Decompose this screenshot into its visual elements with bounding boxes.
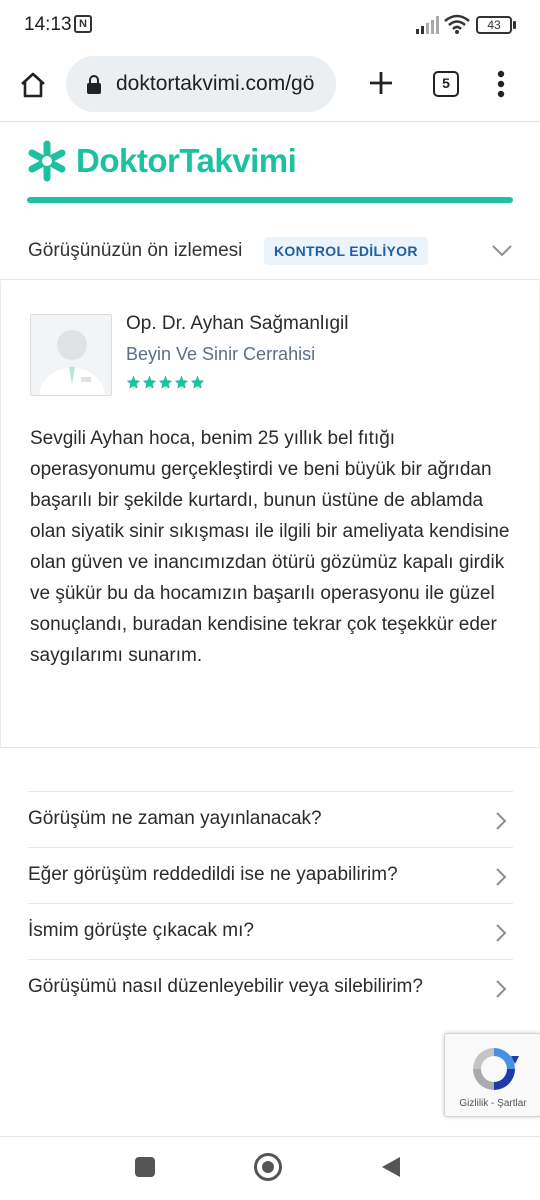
signal-icon [416, 16, 439, 34]
home-nav-dot [262, 1161, 274, 1173]
browser-toolbar: doktortakvimi.com/gö 5 [0, 52, 540, 122]
faq-question: Görüşüm ne zaman yayınlanacak? [28, 808, 322, 829]
status-bar: 14:13 N 43 [0, 0, 540, 52]
battery-icon: 43 [476, 16, 512, 34]
browser-menu-button[interactable] [486, 64, 516, 104]
doctor-placeholder-icon [31, 315, 111, 395]
recaptcha-badge[interactable]: Gizlilik - Şartlar [444, 1033, 540, 1117]
battery-tip [513, 21, 516, 29]
lock-icon [87, 75, 101, 94]
url-text: doktortakvimi.com/gö [116, 72, 315, 95]
star-icon [174, 375, 189, 389]
address-bar[interactable]: doktortakvimi.com/gö [66, 56, 336, 112]
star-icon [158, 375, 173, 389]
faq-list: Görüşüm ne zaman yayınlanacak? Eğer görü… [28, 791, 513, 1015]
preview-title: Görüşünüzün ön izlemesi [28, 240, 243, 261]
star-icon [142, 375, 157, 389]
chevron-right-icon [496, 868, 507, 886]
wifi-icon [444, 14, 470, 34]
faq-item[interactable]: Görüşüm ne zaman yayınlanacak? [28, 791, 513, 847]
chevron-right-icon [496, 980, 507, 998]
recaptcha-links[interactable]: Gizlilik - Şartlar [445, 1098, 540, 1109]
site-logo[interactable]: DoktorTakvimi [26, 138, 297, 184]
tab-switcher-button[interactable]: 5 [433, 71, 459, 97]
plus-icon [370, 72, 392, 94]
faq-question: İsmim görüşte çıkacak mı? [28, 920, 254, 941]
chevron-right-icon [496, 812, 507, 830]
doctor-name: Op. Dr. Ayhan Sağmanlıgil [126, 313, 349, 334]
star-icon [190, 375, 205, 389]
review-text: Sevgili Ayhan hoca, benim 25 yıllık bel … [30, 428, 510, 666]
doctor-avatar [30, 314, 112, 396]
faq-question: Görüşümü nasıl düzenleyebilir veya sileb… [28, 976, 423, 997]
faq-item[interactable]: Görüşümü nasıl düzenleyebilir veya sileb… [28, 959, 513, 1015]
doctor-specialty: Beyin Ve Sinir Cerrahisi [126, 344, 316, 364]
faq-question: Eğer görüşüm reddedildi ise ne yapabilir… [28, 864, 398, 885]
chevron-down-icon[interactable] [490, 242, 514, 258]
faq-item[interactable]: İsmim görüşte çıkacak mı? [28, 903, 513, 959]
home-icon [21, 72, 45, 98]
star-rating [126, 375, 205, 390]
home-button[interactable] [14, 66, 52, 104]
star-icon [126, 375, 141, 389]
recaptcha-icon [473, 1048, 519, 1090]
status-badge: KONTROL EDİLİYOR [264, 237, 428, 265]
more-vert-icon [497, 70, 505, 98]
preview-header[interactable]: Görüşünüzün ön izlemesi KONTROL EDİLİYOR [0, 222, 540, 280]
chevron-right-icon [496, 924, 507, 942]
recents-button[interactable] [135, 1157, 155, 1177]
system-nav-bar [0, 1136, 540, 1200]
back-icon[interactable] [380, 1155, 402, 1179]
nfc-icon: N [74, 15, 92, 33]
review-card: Op. Dr. Ayhan Sağmanlıgil Beyin Ve Sinir… [0, 281, 540, 748]
logo-mark-icon [28, 140, 66, 182]
logo-text: DoktorTakvimi [76, 142, 297, 179]
progress-bar [27, 197, 513, 203]
new-tab-button[interactable] [362, 64, 400, 102]
faq-item[interactable]: Eğer görüşüm reddedildi ise ne yapabilir… [28, 847, 513, 903]
status-time: 14:13 [24, 14, 72, 35]
